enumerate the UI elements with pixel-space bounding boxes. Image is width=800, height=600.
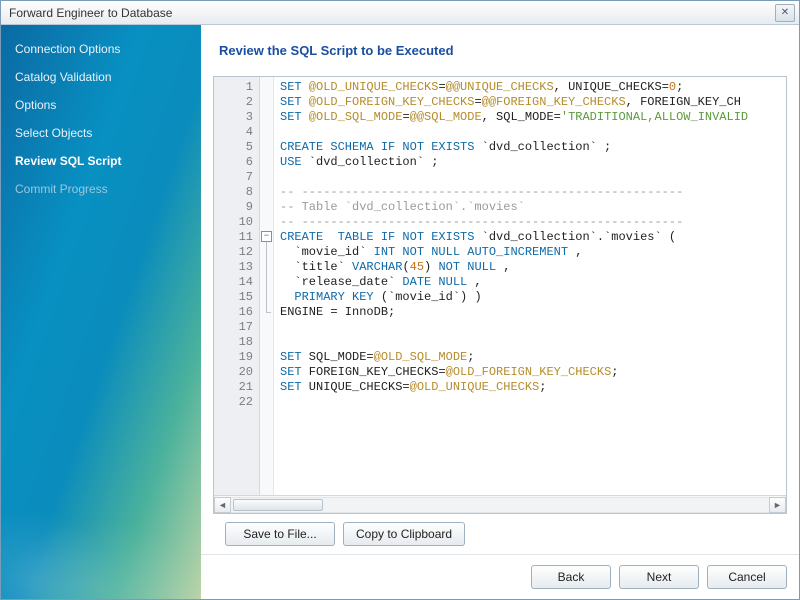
line-number: 17	[214, 320, 253, 335]
code-line	[280, 170, 786, 185]
next-button[interactable]: Next	[619, 565, 699, 589]
cancel-button[interactable]: Cancel	[707, 565, 787, 589]
fold-end	[266, 312, 271, 313]
wizard-step[interactable]: Options	[1, 91, 201, 119]
horizontal-scrollbar[interactable]: ◄ ►	[214, 495, 786, 513]
wizard-step[interactable]: Review SQL Script	[1, 147, 201, 175]
line-number: 5	[214, 140, 253, 155]
sql-editor: 12345678910111213141516171819202122 − SE…	[213, 76, 787, 514]
code-line: SET SQL_MODE=@OLD_SQL_MODE;	[280, 350, 786, 365]
scroll-left-button[interactable]: ◄	[214, 497, 231, 513]
wizard-step[interactable]: Connection Options	[1, 35, 201, 63]
line-number: 3	[214, 110, 253, 125]
code-line: CREATE SCHEMA IF NOT EXISTS `dvd_collect…	[280, 140, 786, 155]
code-line: SET FOREIGN_KEY_CHECKS=@OLD_FOREIGN_KEY_…	[280, 365, 786, 380]
line-number: 12	[214, 245, 253, 260]
code-line	[280, 335, 786, 350]
line-number: 9	[214, 200, 253, 215]
titlebar: Forward Engineer to Database ✕	[1, 1, 799, 25]
fold-toggle-icon[interactable]: −	[261, 231, 272, 242]
editor-actions: Save to File... Copy to Clipboard	[213, 514, 787, 546]
line-number: 18	[214, 335, 253, 350]
code-line: USE `dvd_collection` ;	[280, 155, 786, 170]
window-title: Forward Engineer to Database	[9, 6, 775, 20]
dialog-body: Connection OptionsCatalog ValidationOpti…	[1, 25, 799, 599]
close-icon[interactable]: ✕	[775, 4, 795, 22]
save-to-file-button[interactable]: Save to File...	[225, 522, 335, 546]
code-line: ENGINE = InnoDB;	[280, 305, 786, 320]
wizard-steps: Connection OptionsCatalog ValidationOpti…	[1, 35, 201, 203]
line-number-gutter: 12345678910111213141516171819202122	[214, 77, 260, 495]
code-line: `movie_id` INT NOT NULL AUTO_INCREMENT ,	[280, 245, 786, 260]
line-number: 2	[214, 95, 253, 110]
code-line: `release_date` DATE NULL ,	[280, 275, 786, 290]
code-area[interactable]: SET @OLD_UNIQUE_CHECKS=@@UNIQUE_CHECKS, …	[274, 77, 786, 495]
code-line: `title` VARCHAR(45) NOT NULL ,	[280, 260, 786, 275]
wizard-step[interactable]: Commit Progress	[1, 175, 201, 203]
line-number: 4	[214, 125, 253, 140]
code-line	[280, 395, 786, 410]
line-number: 14	[214, 275, 253, 290]
line-number: 21	[214, 380, 253, 395]
code-line: CREATE TABLE IF NOT EXISTS `dvd_collecti…	[280, 230, 786, 245]
code-line: -- -------------------------------------…	[280, 185, 786, 200]
line-number: 20	[214, 365, 253, 380]
code-line	[280, 125, 786, 140]
editor-scroll: 12345678910111213141516171819202122 − SE…	[214, 77, 786, 495]
line-number: 10	[214, 215, 253, 230]
wizard-step[interactable]: Select Objects	[1, 119, 201, 147]
wizard-footer: Back Next Cancel	[201, 554, 799, 589]
line-number: 16	[214, 305, 253, 320]
code-line: SET @OLD_UNIQUE_CHECKS=@@UNIQUE_CHECKS, …	[280, 80, 786, 95]
scroll-thumb[interactable]	[233, 499, 323, 511]
main-panel: Review the SQL Script to be Executed 123…	[201, 25, 799, 599]
line-number: 6	[214, 155, 253, 170]
code-line: PRIMARY KEY (`movie_id`) )	[280, 290, 786, 305]
code-line: -- Table `dvd_collection`.`movies`	[280, 200, 786, 215]
line-number: 13	[214, 260, 253, 275]
code-line: SET @OLD_SQL_MODE=@@SQL_MODE, SQL_MODE='…	[280, 110, 786, 125]
back-button[interactable]: Back	[531, 565, 611, 589]
fold-guide	[266, 242, 267, 312]
code-line: -- -------------------------------------…	[280, 215, 786, 230]
main-inner: Review the SQL Script to be Executed 123…	[201, 37, 799, 546]
wizard-step[interactable]: Catalog Validation	[1, 63, 201, 91]
fold-column: −	[260, 77, 274, 495]
line-number: 8	[214, 185, 253, 200]
code-line: SET UNIQUE_CHECKS=@OLD_UNIQUE_CHECKS;	[280, 380, 786, 395]
code-line: SET @OLD_FOREIGN_KEY_CHECKS=@@FOREIGN_KE…	[280, 95, 786, 110]
line-number: 11	[214, 230, 253, 245]
scroll-track[interactable]	[231, 497, 769, 513]
line-number: 15	[214, 290, 253, 305]
code-line	[280, 320, 786, 335]
line-number: 7	[214, 170, 253, 185]
page-heading: Review the SQL Script to be Executed	[219, 43, 787, 58]
line-number: 19	[214, 350, 253, 365]
copy-to-clipboard-button[interactable]: Copy to Clipboard	[343, 522, 465, 546]
line-number: 1	[214, 80, 253, 95]
scroll-right-button[interactable]: ►	[769, 497, 786, 513]
dialog-window: Forward Engineer to Database ✕ Connectio…	[0, 0, 800, 600]
line-number: 22	[214, 395, 253, 410]
wizard-sidebar: Connection OptionsCatalog ValidationOpti…	[1, 25, 201, 599]
